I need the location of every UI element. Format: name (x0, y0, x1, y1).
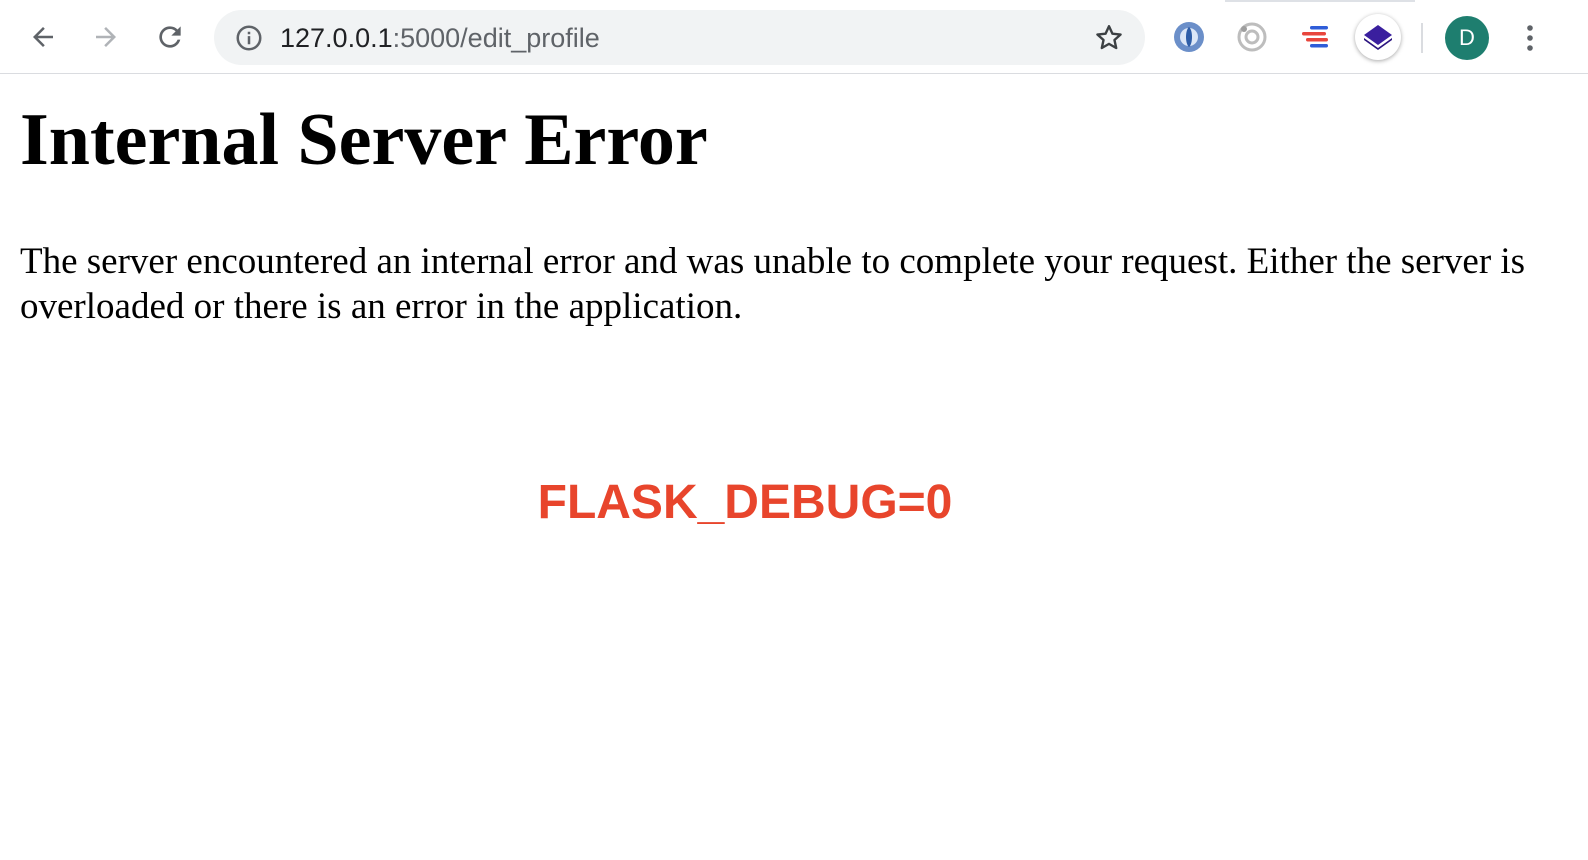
toolbar-separator (1421, 23, 1423, 53)
extension-shield-button[interactable] (1170, 18, 1208, 56)
extension-layers-button[interactable] (1355, 14, 1401, 60)
browser-toolbar: 127.0.0.1:5000/edit_profile D (0, 0, 1588, 74)
reload-button[interactable] (148, 15, 192, 59)
reload-icon (159, 26, 181, 48)
forward-arrow-icon (96, 27, 116, 47)
back-arrow-icon (33, 27, 53, 47)
url-text[interactable]: 127.0.0.1:5000/edit_profile (280, 23, 600, 53)
back-button[interactable] (21, 15, 65, 59)
page-content: Internal Server Error The server encount… (0, 74, 1588, 860)
error-message: The server encountered an internal error… (20, 241, 1526, 327)
lines-extension-icon (1302, 26, 1328, 48)
url-host: 127.0.0.1 (280, 23, 393, 53)
shield-extension-icon (1174, 22, 1204, 52)
address-bar[interactable]: 127.0.0.1:5000/edit_profile (214, 10, 1145, 65)
extension-target-button[interactable] (1233, 18, 1271, 56)
flask-debug-annotation: FLASK_DEBUG=0 (537, 476, 953, 529)
forward-button[interactable] (84, 15, 128, 59)
page-title: Internal Server Error (20, 99, 708, 181)
profile-avatar[interactable]: D (1445, 16, 1489, 60)
layers-extension-icon (1364, 25, 1392, 50)
extension-lines-button[interactable] (1296, 18, 1334, 56)
tab-strip-edge (1225, 0, 1415, 2)
star-icon[interactable] (1093, 22, 1125, 54)
more-vert-icon (1527, 25, 1533, 51)
info-icon[interactable] (234, 23, 264, 53)
url-path: :5000/edit_profile (392, 23, 600, 53)
browser-menu-button[interactable] (1512, 16, 1548, 60)
target-extension-icon (1237, 22, 1267, 52)
